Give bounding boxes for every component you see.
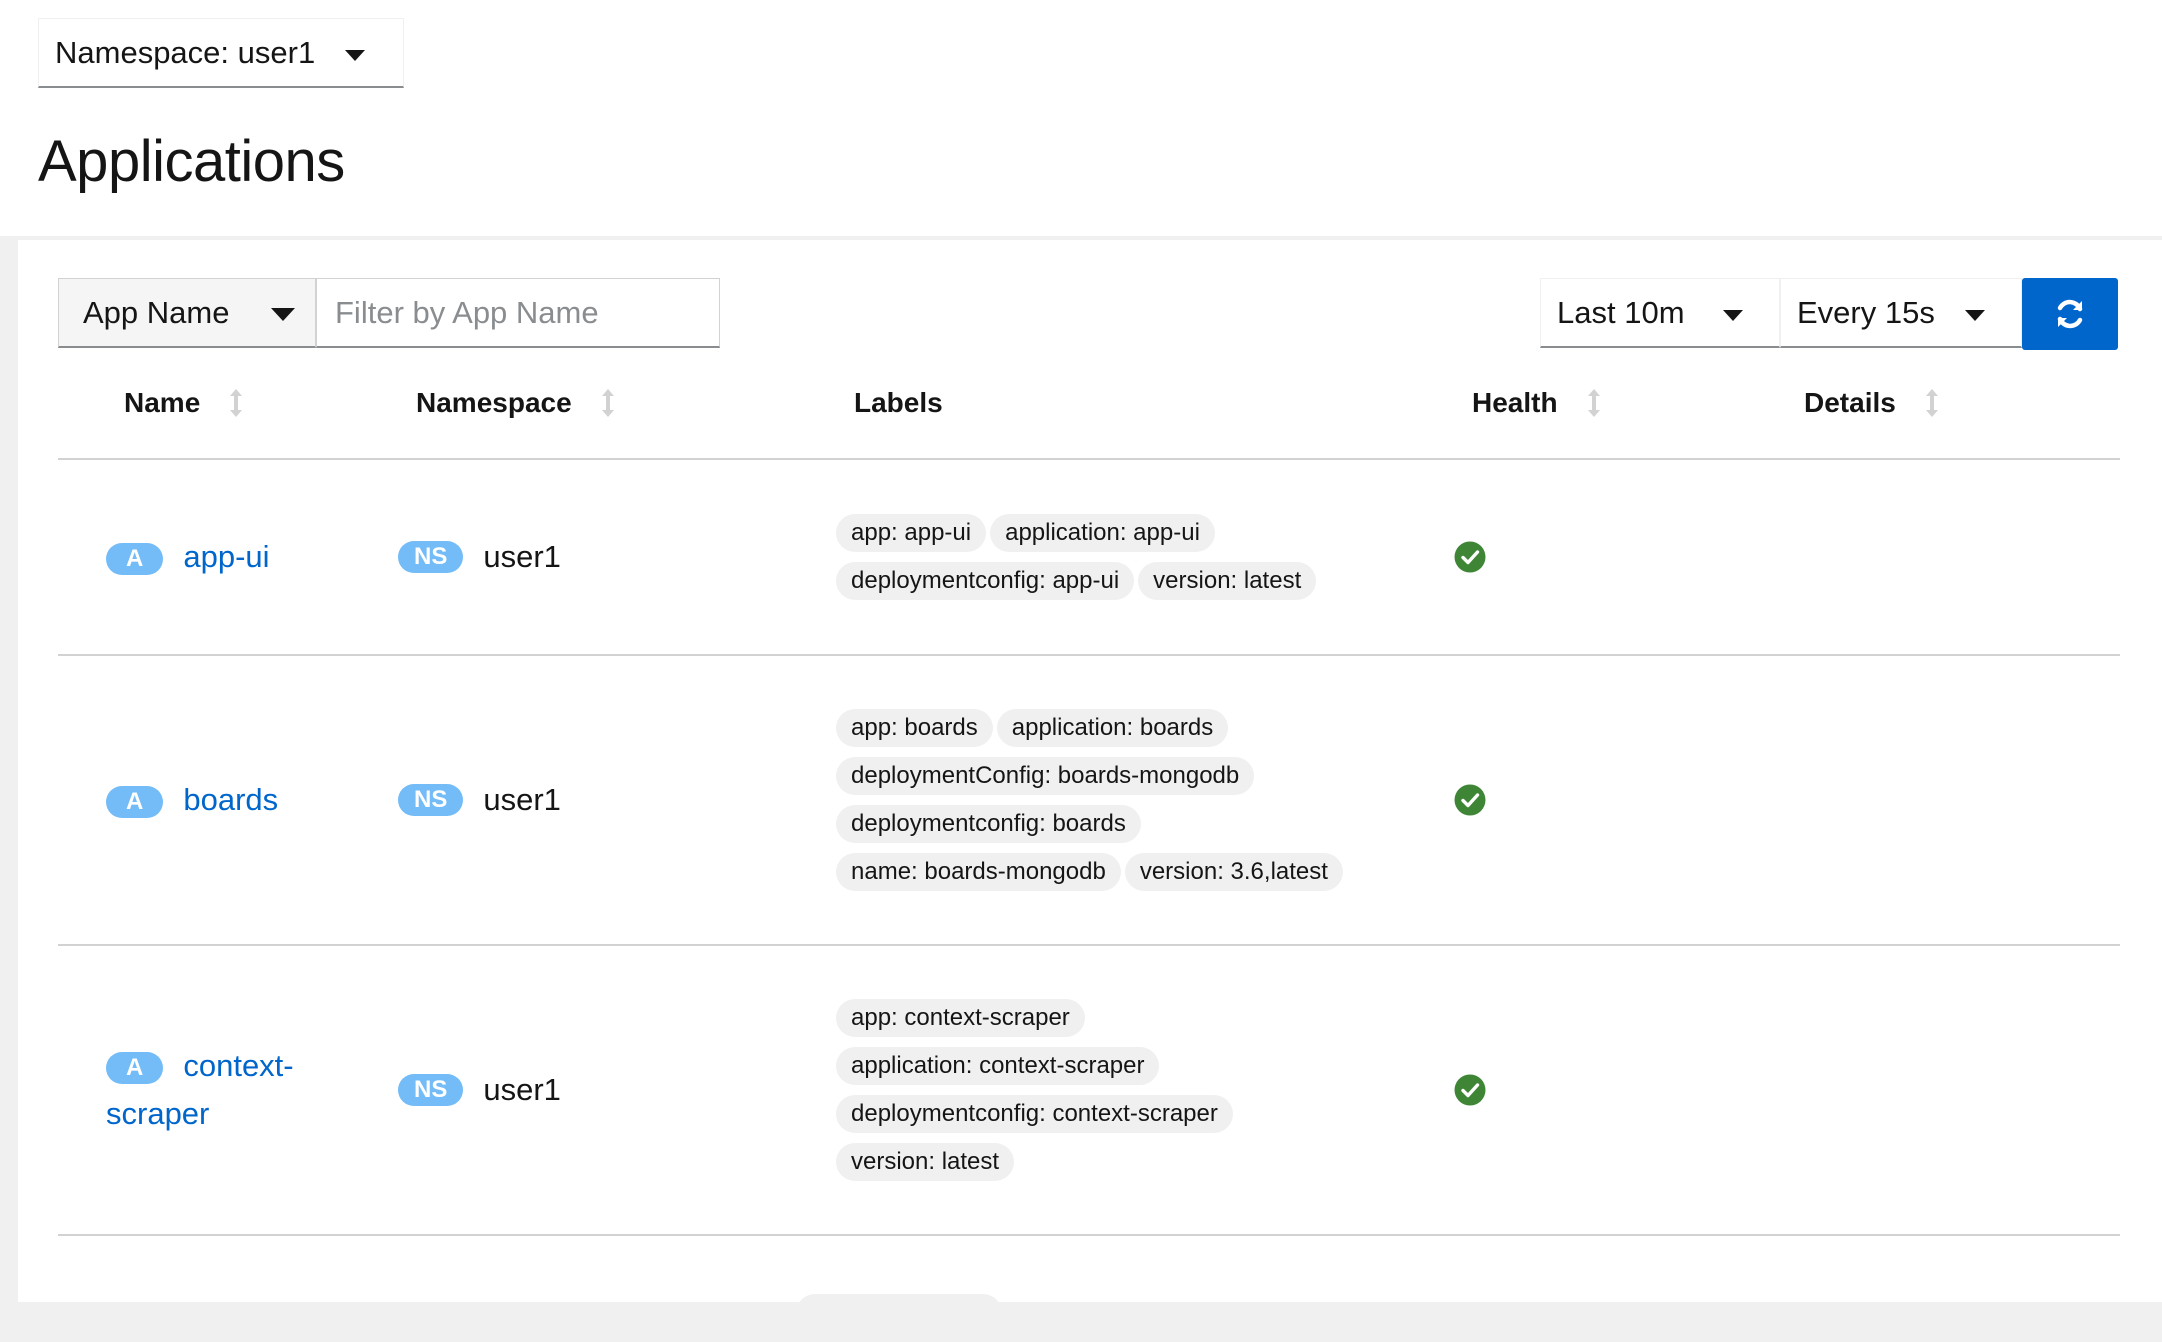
label-chip[interactable]: application: app-ui [990,514,1215,552]
column-header-label: Health [1472,387,1558,418]
page-header: Namespace: user1 Applications [0,0,2162,236]
table-header: Name Namespace Labels Health Details [58,348,2120,460]
label-chip[interactable]: app: boards [836,709,993,747]
label-chip[interactable]: version: 3.6,latest [1124,853,1343,891]
label-chip[interactable]: app: context-scraper [836,999,1085,1037]
namespace-badge: NS [398,784,464,816]
column-header-labels: Labels [854,348,943,458]
sort-icon [1925,389,1938,417]
label-chip[interactable]: deploymentconfig: boards [836,805,1141,843]
caret-down-icon [271,308,295,321]
table-row: Acontext- scraper NS user1 app: context-… [58,946,2120,1236]
app-link[interactable]: context- [183,1048,293,1083]
app-badge: A [106,1051,164,1084]
column-header-details[interactable]: Details [1804,348,1940,458]
duration-label: Last 10m [1557,294,1685,330]
column-header-label: Namespace [416,387,572,418]
namespace-cell: NS user1 [398,776,561,824]
sync-icon [2057,299,2083,329]
column-header-label: Name [124,387,201,418]
app-badge: A [106,542,164,575]
filter-type-select[interactable]: App Name [58,278,316,348]
column-header-label: Labels [854,387,943,418]
column-header-label: Details [1804,387,1896,418]
sort-icon [1587,389,1600,417]
refresh-interval-select[interactable]: Every 15s [1780,278,2022,348]
namespace-name: user1 [483,539,561,574]
app-name-cell: Aapp-ui [106,533,336,581]
health-ok-icon [1454,784,1486,816]
namespace-badge: NS [398,1074,464,1106]
label-chip[interactable]: version: latest [836,1143,1015,1181]
refresh-button[interactable] [2022,278,2118,350]
namespace-cell: NS user1 [398,533,561,581]
label-chip[interactable]: version: latest [1138,562,1317,600]
namespace-badge: NS [398,541,464,573]
applications-table: Name Namespace Labels Health Details A a… [58,348,2120,1236]
table-row: Aboards NS user1 app: boards application… [58,656,2120,946]
label-chip[interactable]: deploymentconfig: app-ui [836,562,1135,600]
page-title: Applications [38,129,345,194]
label-chip[interactable]: deploymentconfig: context-scraper [836,1095,1233,1133]
filter-type-label: App Name [83,294,230,330]
health-ok-icon [1454,541,1486,573]
health-ok-icon [1454,1074,1486,1106]
next-row-label-chip-partial [796,1294,1002,1310]
label-chip[interactable]: application: context-scraper [836,1047,1160,1085]
caret-down-icon [1723,310,1743,321]
labels-cell: app: app-ui application: app-ui deployme… [836,509,1396,605]
sort-icon [601,389,614,417]
namespace-name: user1 [483,1072,561,1107]
label-chip[interactable]: application: boards [996,709,1229,747]
app-name-cell: Acontext- scraper [106,1042,336,1138]
filter-input[interactable] [316,278,720,348]
app-link-continued[interactable]: scraper [106,1096,209,1131]
namespace-selector[interactable]: Namespace: user1 [38,18,404,88]
labels-cell: app: boards application: boards deployme… [836,704,1396,896]
caret-down-icon [1965,310,1985,321]
refresh-interval-label: Every 15s [1797,294,1935,330]
column-header-namespace[interactable]: Namespace [416,348,616,458]
column-header-health[interactable]: Health [1472,348,1602,458]
sort-icon [230,389,243,417]
label-chip[interactable]: app: app-ui [836,514,987,552]
duration-select[interactable]: Last 10m [1540,278,1780,348]
label-chip[interactable]: deploymentConfig: boards-mongodb [836,757,1255,795]
app-link[interactable]: app-ui [183,539,269,574]
caret-down-icon [345,50,365,61]
column-header-name[interactable]: Name [124,348,244,458]
table-row: Aapp-ui NS user1 app: app-ui application… [58,460,2120,656]
namespace-name: user1 [483,782,561,817]
applications-list-card: App Name Last 10m Every 15s Name Namespa… [18,240,2162,1310]
namespace-cell: NS user1 [398,1066,561,1114]
app-name-cell: Aboards [106,776,336,824]
namespace-selector-label: Namespace: user1 [55,34,316,70]
app-badge: A [106,785,164,818]
app-link[interactable]: boards [183,782,278,817]
label-chip[interactable]: name: boards-mongodb [836,853,1121,891]
labels-cell: app: context-scraper application: contex… [836,994,1396,1186]
